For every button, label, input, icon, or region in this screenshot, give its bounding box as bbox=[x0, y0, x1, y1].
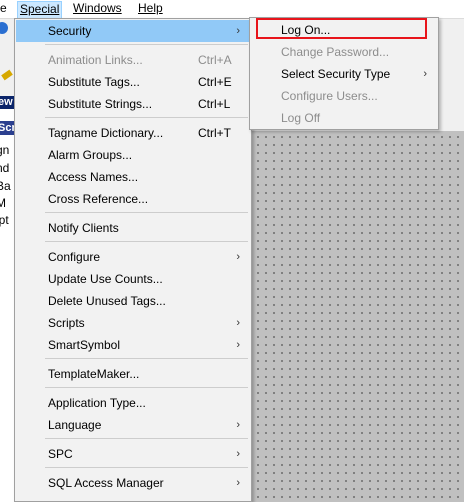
menu-item-label: Delete Unused Tags... bbox=[48, 294, 166, 308]
menu-item-application-type[interactable]: Application Type... bbox=[16, 392, 250, 414]
menu-separator bbox=[45, 467, 248, 468]
chevron-right-icon: › bbox=[236, 317, 240, 329]
menu-item-label: SPC bbox=[48, 447, 73, 461]
menu-item-alarm-groups[interactable]: Alarm Groups... bbox=[16, 144, 250, 166]
menu-item-language[interactable]: Language › bbox=[16, 414, 250, 436]
menu-separator bbox=[45, 358, 248, 359]
menu-item-label: Substitute Strings... bbox=[48, 97, 153, 111]
menu-separator bbox=[45, 44, 248, 45]
menu-item-scripts[interactable]: Scripts › bbox=[16, 312, 250, 334]
tree-item[interactable]: M bbox=[0, 196, 6, 210]
special-menu: Security › Animation Links... Ctrl+A Sub… bbox=[14, 18, 252, 502]
menu-item-label: Cross Reference... bbox=[48, 192, 149, 206]
chevron-right-icon: › bbox=[236, 477, 240, 489]
submenu-item-label: Change Password... bbox=[281, 45, 390, 59]
menu-item-shortcut: Ctrl+E bbox=[198, 75, 232, 89]
menu-item-label: Security bbox=[48, 24, 92, 38]
menu-special[interactable]: Special bbox=[17, 1, 63, 19]
menu-windows-label: Windows bbox=[73, 1, 122, 15]
drawing-canvas[interactable] bbox=[252, 131, 464, 502]
menu-item-substitute-strings[interactable]: Substitute Strings... Ctrl+L bbox=[16, 93, 250, 115]
menu-windows[interactable]: Windows bbox=[71, 1, 124, 17]
panel-tab[interactable]: Scr bbox=[0, 121, 14, 135]
chevron-right-icon: › bbox=[236, 251, 240, 263]
menu-item-animation-links[interactable]: Animation Links... Ctrl+A bbox=[16, 49, 250, 71]
menu-item-tagname-dictionary[interactable]: Tagname Dictionary... Ctrl+T bbox=[16, 122, 250, 144]
chevron-right-icon: › bbox=[236, 25, 240, 37]
menu-item-label: Language bbox=[48, 418, 102, 432]
menu-help[interactable]: Help bbox=[136, 1, 165, 17]
menu-item-shortcut: Ctrl+A bbox=[198, 53, 232, 67]
menu-help-label: Help bbox=[138, 1, 163, 15]
menu-item-label: Scripts bbox=[48, 316, 85, 330]
menu-item-label: Access Names... bbox=[48, 170, 139, 184]
submenu-item-change-password[interactable]: Change Password... bbox=[251, 41, 437, 63]
menu-item-notify-clients[interactable]: Notify Clients bbox=[16, 217, 250, 239]
menu-item-security[interactable]: Security › bbox=[16, 20, 250, 42]
menu-item-update-use-counts[interactable]: Update Use Counts... bbox=[16, 268, 250, 290]
panel-header: ew bbox=[0, 96, 14, 109]
menu-item-configure[interactable]: Configure › bbox=[16, 246, 250, 268]
menu-item-label: Substitute Tags... bbox=[48, 75, 140, 89]
chevron-right-icon: › bbox=[236, 419, 240, 431]
submenu-item-label: Configure Users... bbox=[281, 89, 378, 103]
menu-item-access-names[interactable]: Access Names... bbox=[16, 166, 250, 188]
tree-item[interactable]: Ba bbox=[0, 179, 11, 193]
panel-header-label: ew bbox=[0, 96, 13, 108]
submenu-item-select-security-type[interactable]: Select Security Type › bbox=[251, 63, 437, 85]
menu-item-spc[interactable]: SPC › bbox=[16, 443, 250, 465]
menu-item-label: Notify Clients bbox=[48, 221, 119, 235]
menu-separator bbox=[45, 212, 248, 213]
menu-item-shortcut: Ctrl+L bbox=[198, 97, 231, 111]
menu-edit[interactable]: e bbox=[0, 1, 9, 17]
chevron-right-icon: › bbox=[236, 339, 240, 351]
chevron-right-icon: › bbox=[236, 448, 240, 460]
menu-item-templatemaker[interactable]: TemplateMaker... bbox=[16, 363, 250, 385]
submenu-item-configure-users[interactable]: Configure Users... bbox=[251, 85, 437, 107]
chevron-right-icon: › bbox=[423, 68, 427, 80]
tree-item[interactable]: ipt bbox=[0, 213, 9, 227]
focus-highlight-box bbox=[256, 18, 427, 39]
tree-item[interactable]: nd bbox=[0, 161, 9, 175]
menu-item-label: Update Use Counts... bbox=[48, 272, 163, 286]
menu-item-smartsymbol[interactable]: SmartSymbol › bbox=[16, 334, 250, 356]
menu-edit-label: e bbox=[0, 1, 7, 15]
menu-separator bbox=[45, 387, 248, 388]
menu-special-label: Special bbox=[20, 2, 60, 16]
menu-item-shortcut: Ctrl+T bbox=[198, 126, 231, 140]
pencil-icon[interactable] bbox=[1, 69, 13, 81]
menu-item-substitute-tags[interactable]: Substitute Tags... Ctrl+E bbox=[16, 71, 250, 93]
menu-item-label: Animation Links... bbox=[48, 53, 143, 67]
panel-tab-label: Scr bbox=[0, 122, 14, 134]
menu-item-cross-reference[interactable]: Cross Reference... bbox=[16, 188, 250, 210]
menu-item-label: Configure bbox=[48, 250, 101, 264]
menu-item-label: SQL Access Manager bbox=[48, 476, 164, 490]
menu-item-label: TemplateMaker... bbox=[48, 367, 140, 381]
menu-item-label: Alarm Groups... bbox=[48, 148, 133, 162]
tree-item[interactable]: gn bbox=[0, 143, 9, 157]
menu-item-delete-unused-tags[interactable]: Delete Unused Tags... bbox=[16, 290, 250, 312]
menu-item-label: SmartSymbol bbox=[48, 338, 121, 352]
menu-item-sql-access-manager[interactable]: SQL Access Manager › bbox=[16, 472, 250, 494]
menu-item-label: Application Type... bbox=[48, 396, 146, 410]
submenu-item-log-off[interactable]: Log Off bbox=[251, 107, 437, 129]
menu-separator bbox=[45, 117, 248, 118]
menu-item-label: Tagname Dictionary... bbox=[48, 126, 164, 140]
submenu-item-label: Log Off bbox=[281, 111, 321, 125]
submenu-item-label: Select Security Type bbox=[281, 67, 391, 81]
menu-separator bbox=[45, 241, 248, 242]
menu-separator bbox=[45, 438, 248, 439]
